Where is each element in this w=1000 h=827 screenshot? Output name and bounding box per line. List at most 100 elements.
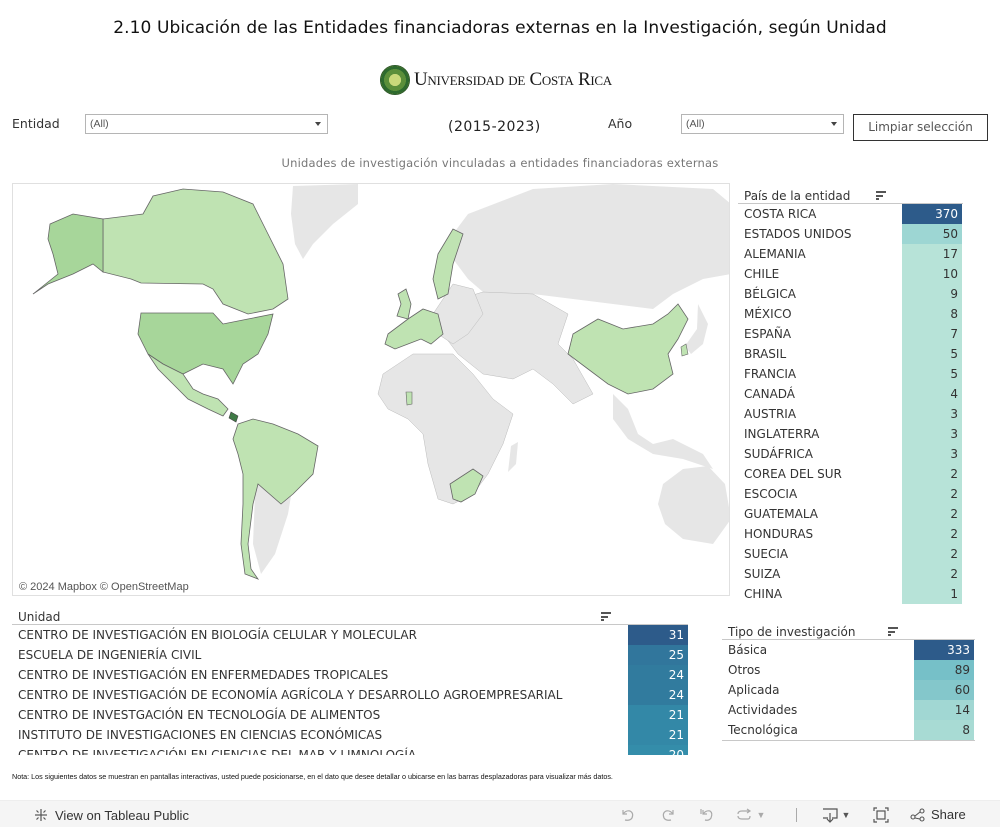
row-value-cell[interactable]: 3: [902, 424, 962, 444]
table-row[interactable]: ESTADOS UNIDOS 50: [738, 224, 963, 244]
row-value-cell[interactable]: 24: [628, 665, 688, 685]
undo-icon[interactable]: [619, 806, 637, 824]
row-value-cell[interactable]: 25: [628, 645, 688, 665]
row-value-cell[interactable]: 2: [902, 524, 962, 544]
table-row[interactable]: BRASIL 5: [738, 344, 963, 364]
clear-selection-button[interactable]: Limpiar selección: [853, 114, 988, 141]
row-label: GUATEMALA: [744, 507, 819, 521]
row-label: ESTADOS UNIDOS: [744, 227, 852, 241]
row-value-cell[interactable]: 10: [902, 264, 962, 284]
table-row[interactable]: AUSTRIA 3: [738, 404, 963, 424]
row-value-cell[interactable]: 14: [914, 700, 974, 720]
table-row[interactable]: INGLATERRA 3: [738, 424, 963, 444]
table-row[interactable]: Otros 89: [722, 660, 975, 680]
row-value-cell[interactable]: 333: [914, 640, 974, 660]
table-row[interactable]: SUECIA 2: [738, 544, 963, 564]
row-value-cell[interactable]: 21: [628, 725, 688, 745]
table-row[interactable]: SUIZA 2: [738, 564, 963, 584]
australia-shape: [658, 466, 729, 544]
row-label: Aplicada: [728, 683, 780, 697]
units-table-body[interactable]: CENTRO DE INVESTIGACIÓN EN BIOLOGÍA CELU…: [12, 625, 688, 755]
share-button[interactable]: Share: [910, 807, 966, 822]
row-value-cell[interactable]: 60: [914, 680, 974, 700]
table-row[interactable]: CHINA 1: [738, 584, 963, 604]
row-value-cell[interactable]: 3: [902, 444, 962, 464]
refresh-dropdown-icon[interactable]: ▼: [756, 806, 766, 824]
world-map[interactable]: © 2024 Mapbox © OpenStreetMap: [12, 183, 730, 596]
table-row[interactable]: CENTRO DE INVESTGACIÓN EN TECNOLOGÍA DE …: [12, 705, 688, 725]
chevron-down-icon: [831, 122, 837, 126]
row-value-cell[interactable]: 20: [628, 745, 688, 755]
table-row[interactable]: ESCUELA DE INGENIERÍA CIVIL 25: [12, 645, 688, 665]
row-value-cell[interactable]: 3: [902, 404, 962, 424]
revert-icon[interactable]: [698, 806, 716, 824]
table-row[interactable]: ALEMANIA 17: [738, 244, 963, 264]
table-row[interactable]: CENTRO DE INVESTIGACIÓN EN ENFERMEDADES …: [12, 665, 688, 685]
row-label: INSTITUTO DE INVESTIGACIONES EN CIENCIAS…: [18, 728, 383, 742]
table-row[interactable]: HONDURAS 2: [738, 524, 963, 544]
download-dropdown-icon[interactable]: ▼: [841, 806, 851, 824]
row-value-cell[interactable]: 50: [902, 224, 962, 244]
table-row[interactable]: COREA DEL SUR 2: [738, 464, 963, 484]
table-row[interactable]: Aplicada 60: [722, 680, 975, 700]
row-value-cell[interactable]: 5: [902, 344, 962, 364]
table-row[interactable]: ESPAÑA 7: [738, 324, 963, 344]
row-value-cell[interactable]: 2: [902, 464, 962, 484]
map-attribution[interactable]: © 2024 Mapbox © OpenStreetMap: [17, 581, 191, 593]
table-row[interactable]: GUATEMALA 2: [738, 504, 963, 524]
se-asia-shape: [613, 394, 713, 469]
view-on-tableau-button[interactable]: View on Tableau Public: [33, 807, 189, 823]
table-row[interactable]: MÉXICO 8: [738, 304, 963, 324]
table-row[interactable]: CHILE 10: [738, 264, 963, 284]
table-row[interactable]: ESCOCIA 2: [738, 484, 963, 504]
row-value-cell[interactable]: 2: [902, 504, 962, 524]
row-value-cell[interactable]: 1: [902, 584, 962, 604]
sort-icon[interactable]: [876, 191, 886, 200]
row-value-cell[interactable]: 7: [902, 324, 962, 344]
download-icon[interactable]: [820, 806, 840, 824]
row-label: SUDÁFRICA: [744, 447, 814, 461]
table-row[interactable]: COSTA RICA 370: [738, 204, 963, 224]
row-value-cell[interactable]: 24: [628, 685, 688, 705]
row-value-cell[interactable]: 21: [628, 705, 688, 725]
row-value-cell[interactable]: 2: [902, 484, 962, 504]
table-row[interactable]: SUDÁFRICA 3: [738, 444, 963, 464]
university-logo: Universidad de Costa Rica: [380, 64, 612, 96]
row-label: Otros: [728, 663, 761, 677]
row-value-cell[interactable]: 8: [914, 720, 974, 740]
row-value-cell[interactable]: 9: [902, 284, 962, 304]
row-value-cell[interactable]: 31: [628, 625, 688, 645]
table-row[interactable]: Actividades 14: [722, 700, 975, 720]
countries-table-header: País de la entidad: [738, 186, 963, 204]
table-row[interactable]: FRANCIA 5: [738, 364, 963, 384]
row-value-cell[interactable]: 5: [902, 364, 962, 384]
refresh-icon[interactable]: [735, 806, 753, 824]
anio-filter-select[interactable]: (All): [681, 114, 844, 134]
table-row[interactable]: Básica 333: [722, 640, 975, 660]
table-row[interactable]: CENTRO DE INVESTIGACIÓN EN CIENCIAS DEL …: [12, 745, 688, 755]
table-row[interactable]: Tecnológica 8: [722, 720, 975, 740]
row-label: COSTA RICA: [744, 207, 817, 221]
countries-header-label: País de la entidad: [744, 189, 851, 203]
table-row[interactable]: INSTITUTO DE INVESTIGACIONES EN CIENCIAS…: [12, 725, 688, 745]
row-value-cell[interactable]: 370: [902, 204, 962, 224]
entidad-filter-select[interactable]: (All): [85, 114, 328, 134]
table-row[interactable]: CANADÁ 4: [738, 384, 963, 404]
row-label: HONDURAS: [744, 527, 814, 541]
sort-icon[interactable]: [888, 627, 898, 636]
row-value-cell[interactable]: 2: [902, 544, 962, 564]
row-value-cell[interactable]: 4: [902, 384, 962, 404]
countries-table-body[interactable]: COSTA RICA 370 ESTADOS UNIDOS 50 ALEMANIA 17 C…: [738, 204, 963, 611]
row-value-cell[interactable]: 8: [902, 304, 962, 324]
redo-icon[interactable]: [659, 806, 677, 824]
row-value-cell[interactable]: 17: [902, 244, 962, 264]
row-value-cell[interactable]: 2: [902, 564, 962, 584]
table-row[interactable]: BÉLGICA 9: [738, 284, 963, 304]
row-value-cell[interactable]: 89: [914, 660, 974, 680]
fullscreen-icon[interactable]: [872, 806, 890, 824]
table-row[interactable]: CENTRO DE INVESTIGACIÓN EN BIOLOGÍA CELU…: [12, 625, 688, 645]
russia-shape: [453, 184, 729, 309]
map-canvas[interactable]: [13, 184, 730, 596]
sort-icon[interactable]: [601, 612, 611, 621]
table-row[interactable]: CENTRO DE INVESTIGACIÓN DE ECONOMÍA AGRÍ…: [12, 685, 688, 705]
